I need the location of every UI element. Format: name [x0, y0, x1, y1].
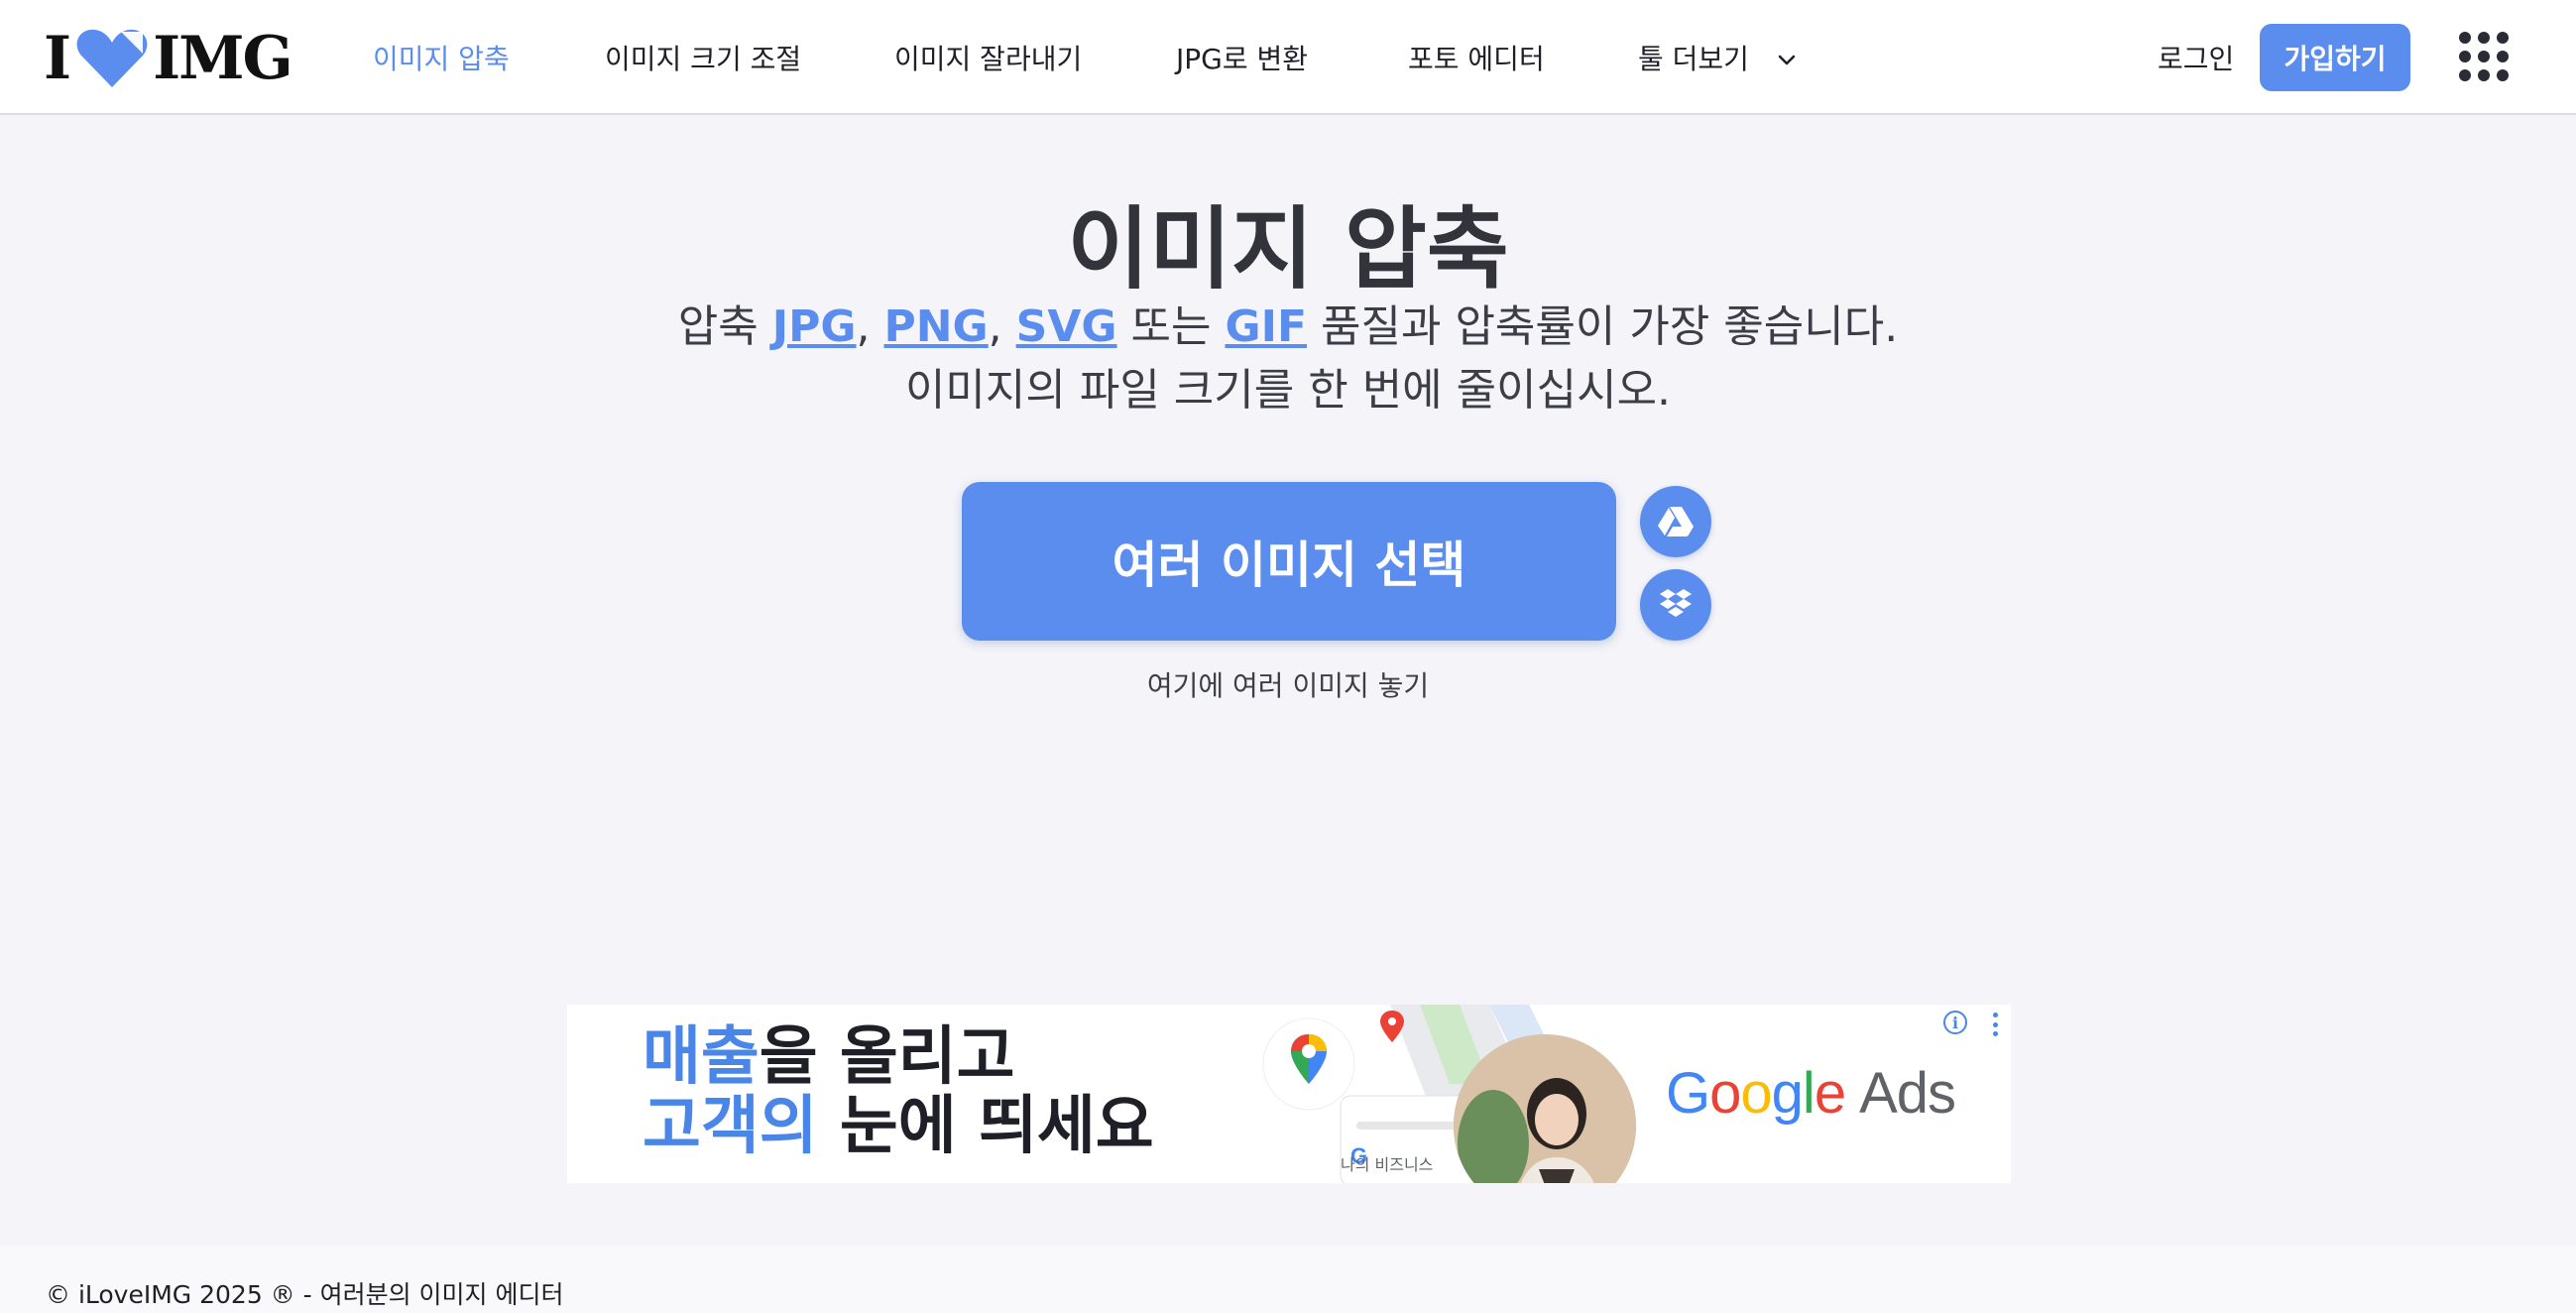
nav-convert-to-jpg[interactable]: JPG로 변환 — [1176, 38, 1308, 77]
dropbox-icon — [1660, 589, 1692, 617]
nav-compress-image[interactable]: 이미지 압축 — [373, 38, 510, 77]
brand-letter: l — [1802, 1061, 1815, 1126]
google-ads-logo: Google Ads — [1666, 1060, 1956, 1127]
nav-more-tools[interactable]: 툴 더보기 — [1638, 38, 1798, 77]
chevron-down-icon — [1778, 55, 1796, 65]
page-subtitle: 압축 JPG, PNG, SVG 또는 GIF 품질과 압축률이 가장 좋습니다… — [0, 296, 2576, 422]
format-link-jpg[interactable]: JPG — [772, 301, 857, 352]
ad-business-label: 나의 비즈니스 — [1341, 1155, 1434, 1174]
ad-line-1-text: 을 올리고 — [759, 1020, 1015, 1094]
brand-ads-word: Ads — [1859, 1061, 1956, 1126]
subtitle-prefix: 압축 — [677, 301, 759, 352]
signup-button[interactable]: 가입하기 — [2260, 24, 2410, 91]
google-ads-banner[interactable]: 매출을 올리고 고객의 눈에 띄세요 G 나의 비즈니스 GoogleAds — [567, 1005, 2011, 1183]
dropbox-button[interactable] — [1640, 569, 1711, 641]
page-footer: © iLoveIMG 2025 ® - 여러분의 이미지 에디터 — [0, 1246, 2576, 1313]
iloveimg-logo[interactable]: I IMG — [44, 24, 293, 93]
apps-grid-icon[interactable] — [2459, 32, 2509, 81]
ad-headline-line-1: 매출을 올리고 — [643, 1022, 1154, 1092]
brand-letter: G — [1666, 1061, 1710, 1126]
format-link-gif[interactable]: GIF — [1225, 301, 1307, 352]
google-drive-icon — [1658, 507, 1694, 537]
nav-crop-image[interactable]: 이미지 잘라내기 — [894, 38, 1082, 77]
top-header: I IMG 이미지 압축 이미지 크기 조절 이미지 잘라내기 JPG로 변환 … — [0, 0, 2576, 115]
footer-copyright: © iLoveIMG 2025 ® - 여러분의 이미지 에디터 — [46, 1280, 564, 1309]
format-separator: , — [988, 301, 1002, 352]
login-link[interactable]: 로그인 — [2158, 38, 2234, 77]
ad-info-icon[interactable]: i — [1943, 1011, 1967, 1034]
heart-icon — [76, 29, 148, 88]
ad-more-options-icon[interactable] — [1991, 1013, 1999, 1036]
google-drive-button[interactable] — [1640, 486, 1711, 557]
format-separator: , — [856, 301, 871, 352]
format-link-svg[interactable]: SVG — [1016, 301, 1117, 352]
brand-letter: o — [1740, 1061, 1772, 1126]
brand-letter: g — [1771, 1061, 1804, 1126]
nav-photo-editor[interactable]: 포토 에디터 — [1408, 38, 1545, 77]
logo-letter-i: I — [44, 24, 71, 93]
ad-highlight: 매출 — [643, 1020, 760, 1094]
ad-highlight: 고객의 — [643, 1090, 818, 1163]
page-title: 이미지 압축 — [1067, 197, 1509, 301]
subtitle-or: 또는 — [1130, 301, 1212, 352]
ad-headline-line-2: 고객의 눈에 띄세요 — [643, 1092, 1154, 1161]
ad-line-2-text: 눈에 띄세요 — [817, 1090, 1154, 1163]
nav-resize-image[interactable]: 이미지 크기 조절 — [605, 38, 801, 77]
nav-more-tools-label: 툴 더보기 — [1638, 43, 1749, 75]
brand-letter: o — [1709, 1061, 1741, 1126]
subtitle-suffix: 품질과 압축률이 가장 좋습니다. — [1321, 301, 1899, 352]
brand-letter: e — [1814, 1061, 1846, 1126]
logo-text-img: IMG — [153, 24, 293, 93]
ad-headline: 매출을 올리고 고객의 눈에 띄세요 — [643, 1022, 1154, 1161]
subtitle-line-1: 압축 JPG, PNG, SVG 또는 GIF 품질과 압축률이 가장 좋습니다… — [0, 296, 2576, 359]
select-images-button[interactable]: 여러 이미지 선택 — [962, 482, 1616, 641]
drop-hint-text: 여기에 여러 이미지 놓기 — [1146, 669, 1430, 702]
subtitle-line-2: 이미지의 파일 크기를 한 번에 줄이십시오. — [904, 365, 1672, 416]
format-link-png[interactable]: PNG — [883, 301, 988, 352]
